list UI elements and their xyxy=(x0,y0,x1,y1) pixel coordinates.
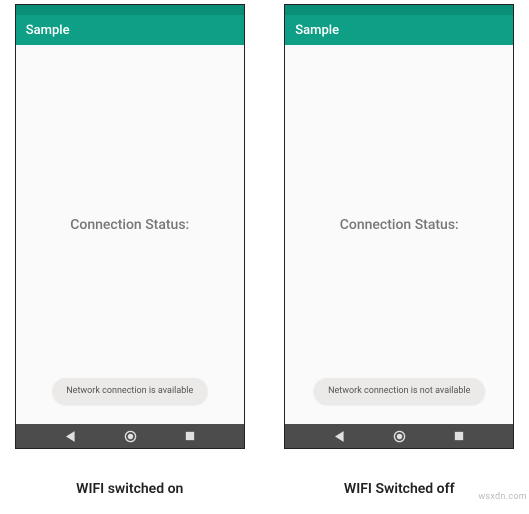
android-status-bar xyxy=(16,5,244,15)
phone-frame: Sample Connection Status: Network connec… xyxy=(284,4,514,449)
recents-icon[interactable] xyxy=(454,431,464,441)
app-title: Sample xyxy=(295,23,339,38)
phone-wrapper-on: Sample Connection Status: Network connec… xyxy=(15,4,245,497)
app-bar: Sample xyxy=(285,15,513,45)
back-icon[interactable] xyxy=(65,431,76,442)
home-icon[interactable] xyxy=(124,430,137,443)
phone-wrapper-off: Sample Connection Status: Network connec… xyxy=(284,4,514,497)
toast-message: Network connection is available xyxy=(52,378,207,404)
recents-icon[interactable] xyxy=(185,431,195,441)
phone-frame: Sample Connection Status: Network connec… xyxy=(15,4,245,449)
connection-status-label: Connection Status: xyxy=(340,217,459,233)
home-icon[interactable] xyxy=(393,430,406,443)
back-icon[interactable] xyxy=(334,431,345,442)
app-bar: Sample xyxy=(16,15,244,45)
caption-label: WIFI switched on xyxy=(76,481,183,497)
toast-message: Network connection is not available xyxy=(314,378,484,404)
android-nav-bar xyxy=(285,424,513,448)
screen-content: Connection Status: Network connection is… xyxy=(16,45,244,424)
connection-status-label: Connection Status: xyxy=(70,217,189,233)
comparison-container: Sample Connection Status: Network connec… xyxy=(0,0,529,497)
caption-label: WIFI Switched off xyxy=(344,481,455,497)
screen-content: Connection Status: Network connection is… xyxy=(285,45,513,424)
android-nav-bar xyxy=(16,424,244,448)
watermark-text: wsxdn.com xyxy=(478,492,527,502)
android-status-bar xyxy=(285,5,513,15)
app-title: Sample xyxy=(26,23,70,38)
